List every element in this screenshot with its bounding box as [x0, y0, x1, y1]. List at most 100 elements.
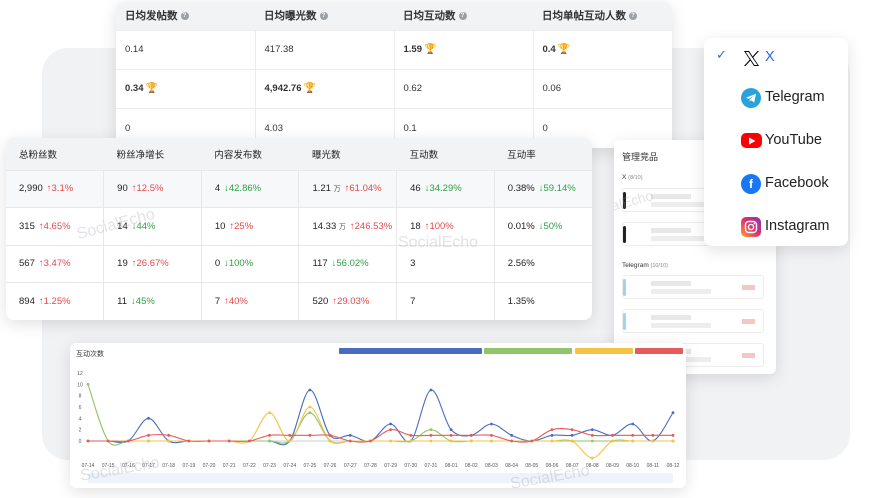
data-point[interactable]	[550, 439, 554, 443]
data-point[interactable]	[389, 439, 392, 443]
change-up: ↑3.47%	[38, 258, 71, 270]
line-chart: 0 2 4 6 8 10 12 07-14 07-15 07-16 07-17 07-18 07-19 0…	[77, 371, 679, 469]
data-point[interactable]	[429, 388, 433, 392]
data-point[interactable]	[530, 439, 534, 443]
data-point[interactable]	[369, 439, 372, 443]
data-point[interactable]	[449, 433, 453, 437]
data-point[interactable]	[268, 439, 271, 443]
data-point[interactable]	[631, 422, 635, 426]
data-point[interactable]	[147, 439, 150, 443]
data-point[interactable]	[449, 428, 453, 432]
data-point[interactable]	[671, 439, 675, 443]
data-point[interactable]	[328, 433, 332, 437]
stats-cell: 10 ↑25%	[201, 207, 300, 245]
platform-option-instagram[interactable]: Instagram	[704, 207, 848, 246]
data-point[interactable]	[510, 439, 514, 443]
help-icon[interactable]: ?	[180, 12, 189, 21]
data-point[interactable]	[651, 439, 655, 443]
stats-unit: 万	[338, 223, 346, 231]
data-point[interactable]	[631, 439, 635, 443]
change-down: ↓44%	[131, 220, 156, 232]
data-point[interactable]	[268, 411, 271, 415]
data-point[interactable]	[550, 428, 554, 432]
youtube-icon	[741, 133, 762, 148]
data-point[interactable]	[490, 439, 493, 443]
x-tick-label: 07-14	[82, 463, 95, 469]
data-point[interactable]	[268, 433, 271, 437]
data-point[interactable]	[328, 439, 332, 443]
stats-header-net-growth: 粉丝净增长	[103, 138, 202, 170]
data-point[interactable]	[671, 411, 675, 415]
stats-value: 14.33	[312, 220, 337, 232]
data-point[interactable]	[308, 388, 312, 392]
data-point[interactable]	[247, 439, 251, 443]
data-point[interactable]	[389, 428, 392, 432]
data-point[interactable]	[86, 382, 90, 386]
data-point[interactable]	[409, 439, 413, 443]
daily-metric-value: 4,942.76	[264, 83, 302, 94]
data-point[interactable]	[348, 439, 352, 443]
data-point[interactable]	[308, 433, 312, 437]
series-line-2[interactable]	[87, 384, 673, 446]
competitor-item[interactable]	[622, 275, 764, 299]
daily-metric-value: 1.59	[403, 44, 423, 55]
data-point[interactable]	[490, 433, 493, 437]
data-point[interactable]	[126, 439, 130, 443]
data-point[interactable]	[651, 433, 655, 437]
data-point[interactable]	[288, 433, 292, 437]
data-point[interactable]	[429, 433, 433, 437]
stats-cell: 11 ↓45%	[103, 282, 202, 320]
data-point[interactable]	[147, 433, 150, 437]
data-point[interactable]	[490, 422, 493, 426]
change-up: ↑12.5%	[131, 183, 164, 195]
telegram-icon	[741, 88, 761, 108]
data-point[interactable]	[106, 439, 110, 443]
data-point[interactable]	[187, 439, 191, 443]
data-point[interactable]	[631, 433, 635, 437]
platform-option-telegram[interactable]: Telegram	[704, 78, 848, 118]
data-point[interactable]	[570, 428, 574, 432]
series-line-1[interactable]	[88, 389, 674, 446]
data-point[interactable]	[227, 439, 231, 443]
data-point[interactable]	[469, 439, 473, 443]
help-icon[interactable]: ?	[319, 12, 328, 21]
platform-option-x[interactable]: ✓ X	[704, 38, 848, 78]
data-point[interactable]	[590, 428, 594, 432]
platform-option-label: X	[765, 49, 775, 65]
data-point[interactable]	[389, 422, 392, 426]
data-point[interactable]	[590, 433, 594, 437]
data-point[interactable]	[449, 439, 453, 443]
data-point[interactable]	[167, 439, 171, 443]
data-point[interactable]	[348, 433, 352, 437]
data-point[interactable]	[429, 439, 433, 443]
data-point[interactable]	[590, 456, 594, 460]
data-point[interactable]	[288, 439, 292, 443]
data-point[interactable]	[590, 439, 594, 443]
data-point[interactable]	[510, 433, 514, 437]
data-point[interactable]	[611, 439, 614, 443]
data-point[interactable]	[671, 433, 675, 437]
help-icon[interactable]: ?	[458, 12, 467, 21]
data-point[interactable]	[86, 439, 90, 443]
daily-metric-cell: 0.4 🏆	[533, 29, 672, 69]
data-point[interactable]	[167, 433, 171, 437]
platform-option-facebook[interactable]: f Facebook	[704, 164, 848, 204]
data-point[interactable]	[611, 433, 614, 437]
chart-range-scroller[interactable]	[88, 473, 673, 483]
data-point[interactable]	[207, 439, 211, 443]
data-point[interactable]	[429, 428, 433, 432]
competitor-item[interactable]	[622, 309, 764, 333]
data-point[interactable]	[570, 439, 574, 443]
stats-value: 567	[19, 258, 35, 270]
data-point[interactable]	[147, 416, 150, 420]
platform-option-youtube[interactable]: YouTube	[704, 121, 848, 161]
data-point[interactable]	[550, 433, 554, 437]
data-point[interactable]	[570, 433, 574, 437]
stats-row: 894 ↑1.25% 11 ↓45% 7 ↑40% 520 ↑29.03% 7 1.35%	[6, 282, 592, 320]
stats-value: 0	[214, 258, 221, 270]
data-point[interactable]	[308, 411, 312, 415]
help-icon[interactable]: ?	[629, 12, 637, 21]
data-point[interactable]	[409, 433, 413, 437]
data-point[interactable]	[469, 433, 473, 437]
data-point[interactable]	[308, 405, 312, 409]
